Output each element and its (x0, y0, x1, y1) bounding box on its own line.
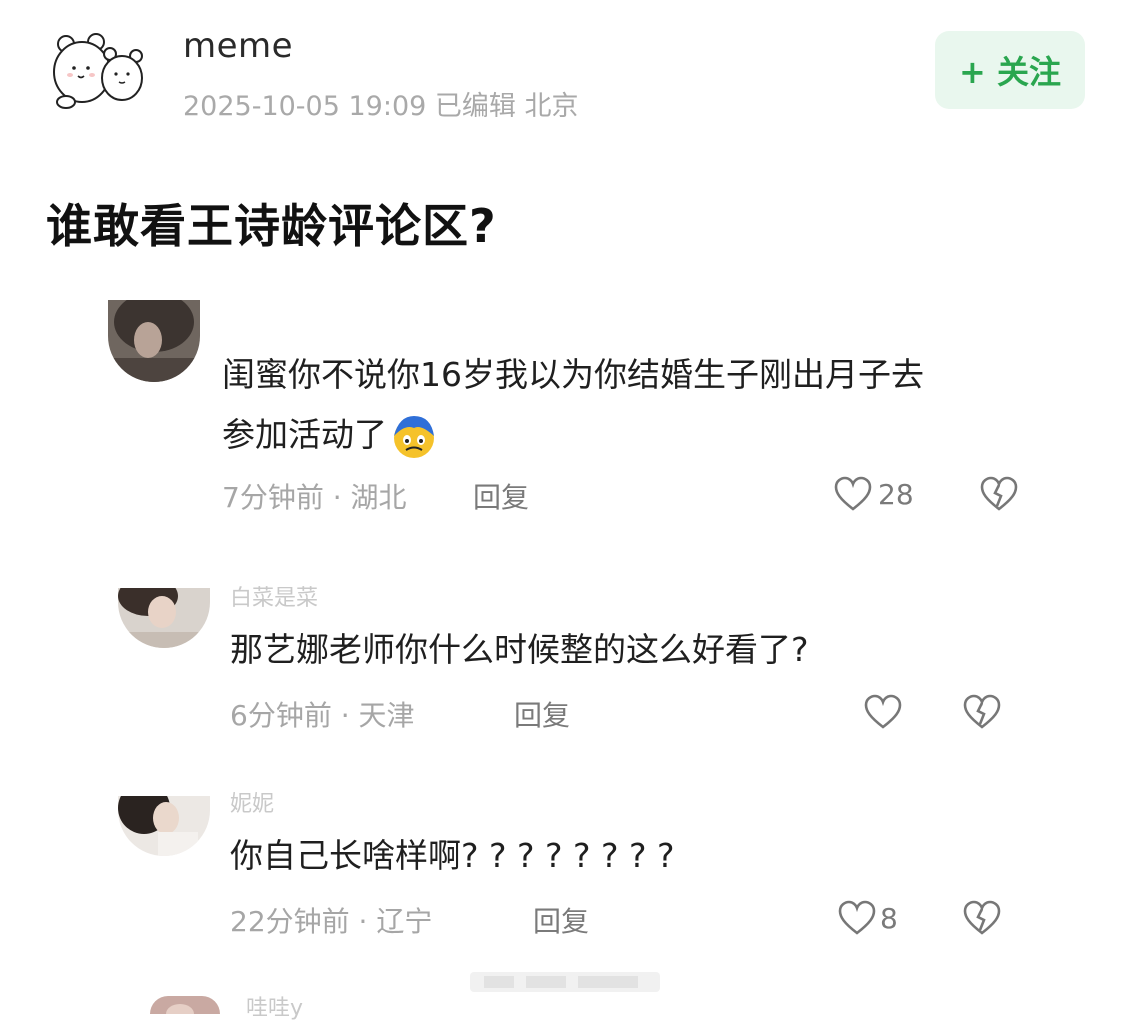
reply-button[interactable]: 回复 (533, 900, 589, 940)
author-name[interactable]: meme (183, 26, 293, 66)
comment-location: 辽宁 (376, 905, 433, 938)
watermark-bar (470, 970, 660, 994)
commenter-avatar[interactable] (150, 996, 220, 1014)
commenter-avatar[interactable] (118, 588, 210, 648)
heart-outline-icon (864, 694, 902, 729)
bear-avatar-icon (53, 33, 143, 109)
comment-username[interactable]: 妮妮 (230, 786, 274, 818)
comment-text: 那艺娜老师你什么时候整的这么好看了? (230, 630, 809, 669)
heart-outline-icon (834, 476, 872, 511)
comment-meta: 6分钟前 · 天津 (230, 699, 415, 732)
comment-time: 7分钟前 (222, 481, 324, 514)
like-count: 8 (880, 901, 898, 935)
like-button[interactable]: 28 (834, 476, 914, 512)
broken-heart-icon (980, 476, 1018, 511)
dislike-button[interactable] (962, 900, 1002, 936)
comment-username[interactable]: 白菜是菜 (230, 580, 318, 612)
comment-time: 6分钟前 (230, 699, 332, 732)
reply-button[interactable]: 回复 (514, 694, 570, 734)
comment-text: 闺蜜你不说你16岁我以为你结婚生子刚出月子去 参加活动了 (222, 345, 1022, 465)
commenter-avatar[interactable] (118, 796, 210, 856)
follow-button[interactable]: + 关注 (935, 31, 1085, 109)
author-avatar[interactable] (48, 22, 148, 114)
dislike-button[interactable] (979, 476, 1019, 512)
comment-meta: 7分钟前 · 湖北 (222, 481, 407, 514)
broken-heart-icon (963, 900, 1001, 935)
comment-text: 你自己长啥样啊? ? ? ? ? ? ? ? (230, 836, 675, 875)
heart-outline-icon (838, 900, 876, 935)
like-button[interactable] (864, 694, 902, 730)
dislike-button[interactable] (962, 694, 1002, 730)
crying-emoji-icon (391, 414, 437, 460)
comment-location: 天津 (358, 699, 415, 732)
comment-location: 湖北 (350, 481, 407, 514)
like-count: 28 (878, 477, 914, 511)
broken-heart-icon (963, 694, 1001, 729)
comment-meta: 22分钟前 · 辽宁 (230, 905, 433, 938)
reply-button[interactable]: 回复 (473, 476, 529, 516)
post-meta: 2025-10-05 19:09 已编辑 北京 (183, 91, 579, 122)
like-button[interactable]: 8 (838, 900, 898, 936)
post-title: 谁敢看王诗龄评论区? (46, 199, 497, 253)
comment-username[interactable]: 哇哇y (246, 990, 303, 1022)
comment-time: 22分钟前 (230, 905, 350, 938)
commenter-avatar[interactable] (108, 300, 200, 382)
